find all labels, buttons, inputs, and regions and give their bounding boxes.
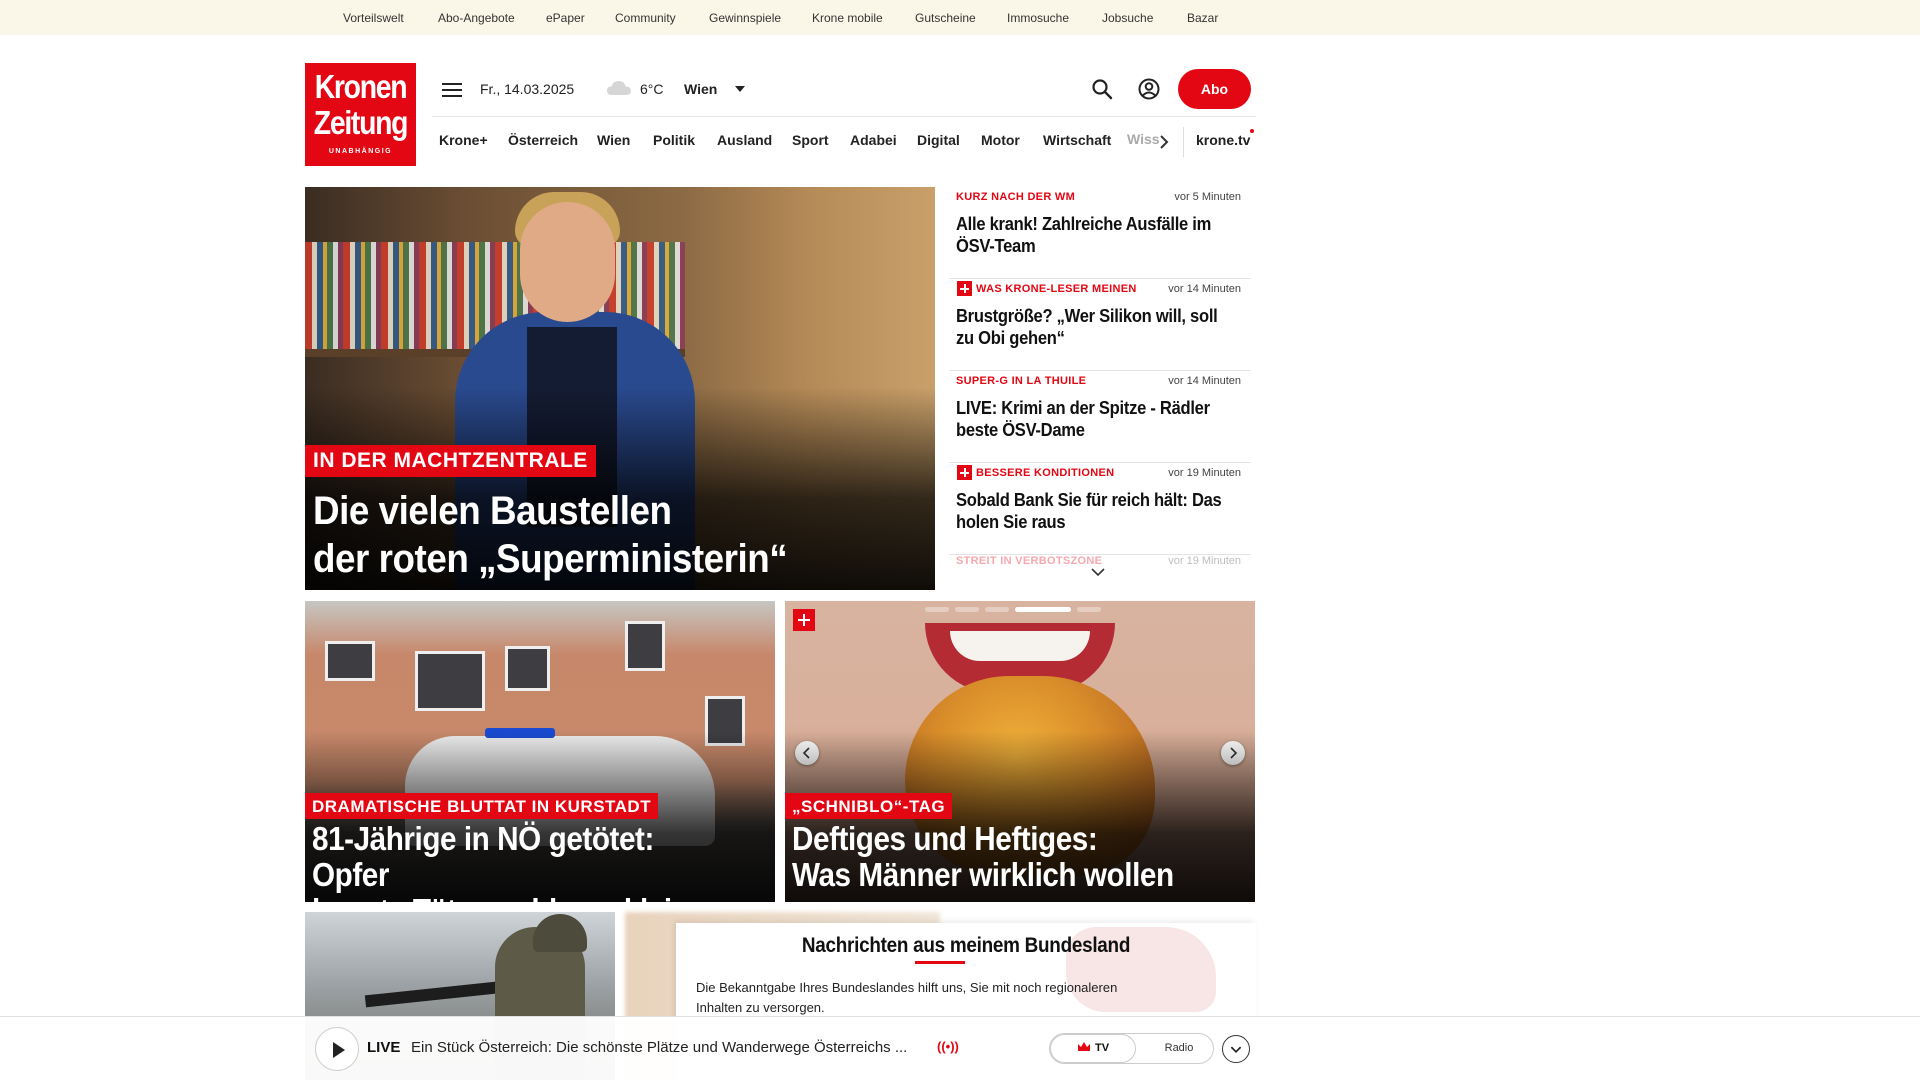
main-navigation: Krone+ Österreich Wien Politik Ausland S… <box>432 116 1256 166</box>
list-item[interactable]: SUPER-G IN LA THUILE vor 14 Minuten LIVE… <box>949 371 1251 463</box>
nav-item-wissenschaft[interactable]: Wissenschaft <box>1127 131 1159 147</box>
nav-item-wien[interactable]: Wien <box>597 132 630 148</box>
radio-toggle-button[interactable]: Radio <box>1146 1034 1212 1063</box>
live-player-bar: LIVE Ein Stück Österreich: Die schönste … <box>0 1016 1920 1080</box>
live-label: LIVE <box>367 1039 401 1056</box>
card-headline: Deftiges und Heftiges: Was Männer wirkli… <box>792 820 1174 893</box>
list-item-kicker: WAS KRONE-LESER MEINEN <box>976 283 1137 295</box>
current-date: Fr., 14.03.2025 <box>480 81 575 97</box>
list-item-time: vor 19 Minuten <box>1168 467 1241 479</box>
list-item[interactable]: WAS KRONE-LESER MEINEN vor 14 Minuten Br… <box>949 279 1251 371</box>
hero-article[interactable]: IN DER MACHTZENTRALE Die vielen Baustell… <box>305 187 935 590</box>
bundesland-text: Die Bekanntgabe Ihres Bundeslandes hilft… <box>696 980 1118 1015</box>
list-item-title: Alle krank! Zahlreiche Ausfälle im ÖSV-T… <box>956 214 1212 256</box>
list-item-time: vor 14 Minuten <box>1168 375 1241 387</box>
broadcast-icon: ((•)) <box>937 1039 959 1054</box>
logo-line1: Kronen <box>314 68 408 105</box>
top-utility-bar: Vorteilswelt Abo-Angebote ePaper Communi… <box>0 0 1920 35</box>
card-headline: 81-Jährige in NÖ getötet: Opfer kannte T… <box>312 820 690 903</box>
topbar-link-epaper[interactable]: ePaper <box>546 11 585 25</box>
hero-headline: Die vielen Baustellen der roten „Supermi… <box>313 489 788 581</box>
topbar-link-bazar[interactable]: Bazar <box>1187 11 1218 25</box>
list-item-kicker: SUPER-G IN LA THUILE <box>956 375 1087 387</box>
nav-item-krone-tv[interactable]: krone.tv <box>1196 132 1250 148</box>
hero-kicker: IN DER MACHTZENTRALE <box>305 445 596 477</box>
carousel-dots <box>925 607 1115 613</box>
chevron-down-icon[interactable] <box>735 86 745 92</box>
tv-toggle-button[interactable]: TV <box>1050 1034 1136 1063</box>
temperature: 6°C <box>640 81 664 97</box>
list-item[interactable]: KURZ NACH DER WM vor 5 Minuten Alle kran… <box>949 187 1251 279</box>
topbar-link-gutscheine[interactable]: Gutscheine <box>915 11 976 25</box>
list-item-title: Sobald Bank Sie für reich hält: Das hole… <box>956 490 1222 532</box>
krone-plus-icon <box>793 609 815 631</box>
play-button[interactable] <box>315 1027 359 1071</box>
latest-news-list: KURZ NACH DER WM vor 5 Minuten Alle kran… <box>949 187 1251 582</box>
tv-radio-toggle: TV Radio <box>1049 1033 1214 1064</box>
player-title[interactable]: Ein Stück Österreich: Die schönste Plätz… <box>411 1039 907 1056</box>
topbar-link-abo-angebote[interactable]: Abo-Angebote <box>438 11 515 25</box>
nav-item-oesterreich[interactable]: Österreich <box>508 132 578 148</box>
list-item-kicker: KURZ NACH DER WM <box>956 191 1076 203</box>
list-item-title: Brustgröße? „Wer Silikon will, soll zu O… <box>956 306 1218 348</box>
list-item[interactable]: BESSERE KONDITIONEN vor 19 Minuten Sobal… <box>949 463 1251 555</box>
logo-tagline: UNABHÄNGIG <box>328 148 393 155</box>
cloud-icon <box>607 81 631 95</box>
list-item-kicker: BESSERE KONDITIONEN <box>976 467 1115 479</box>
nav-item-politik[interactable]: Politik <box>653 132 695 148</box>
nav-item-sport[interactable]: Sport <box>792 132 829 148</box>
topbar-link-immosuche[interactable]: Immosuche <box>1007 11 1069 25</box>
live-indicator-dot <box>1250 129 1254 133</box>
topbar-link-jobsuche[interactable]: Jobsuche <box>1102 11 1153 25</box>
bundesland-title: Nachrichten aus meinem Bundesland <box>801 934 1131 957</box>
nav-item-krone-plus[interactable]: Krone+ <box>439 132 488 148</box>
krone-plus-icon <box>957 281 972 296</box>
nav-item-motor[interactable]: Motor <box>981 132 1020 148</box>
logo-line2: Zeitung <box>313 104 409 141</box>
topbar-link-vorteilswelt[interactable]: Vorteilswelt <box>343 11 404 25</box>
carousel-card[interactable]: „SCHNIBLO“-TAG Deftiges und Heftiges: Wa… <box>785 601 1255 902</box>
chevron-down-icon[interactable] <box>1090 567 1106 577</box>
list-item-title: LIVE: Krimi an der Spitze - Rädler beste… <box>956 398 1210 440</box>
abo-button[interactable]: Abo <box>1178 69 1251 109</box>
city-selector[interactable]: Wien <box>684 81 717 97</box>
nav-item-ausland[interactable]: Ausland <box>717 132 772 148</box>
list-item-time: vor 5 Minuten <box>1174 191 1241 203</box>
card-kicker: „SCHNIBLO“-TAG <box>785 793 953 819</box>
user-account-icon[interactable] <box>1138 78 1160 100</box>
chevron-down-icon[interactable] <box>1222 1035 1250 1063</box>
nav-item-adabei[interactable]: Adabei <box>850 132 897 148</box>
site-logo[interactable]: Kronen Zeitung UNABHÄNGIG <box>305 63 416 166</box>
list-item-time: vor 14 Minuten <box>1168 283 1241 295</box>
article-card[interactable]: DRAMATISCHE BLUTTAT IN KURSTADT 81-Jähri… <box>305 601 775 902</box>
topbar-link-gewinnspiele[interactable]: Gewinnspiele <box>709 11 781 25</box>
chevron-right-icon[interactable] <box>1158 134 1170 150</box>
search-icon[interactable] <box>1091 78 1113 100</box>
card-kicker: DRAMATISCHE BLUTTAT IN KURSTADT <box>305 793 659 819</box>
topbar-link-krone-mobile[interactable]: Krone mobile <box>812 11 883 25</box>
crown-icon <box>1077 1042 1090 1051</box>
krone-plus-icon <box>957 465 972 480</box>
menu-icon[interactable] <box>442 82 462 98</box>
nav-divider <box>1183 127 1184 157</box>
nav-item-digital[interactable]: Digital <box>917 132 960 148</box>
topbar-link-community[interactable]: Community <box>615 11 676 25</box>
nav-item-wirtschaft[interactable]: Wirtschaft <box>1043 132 1111 148</box>
